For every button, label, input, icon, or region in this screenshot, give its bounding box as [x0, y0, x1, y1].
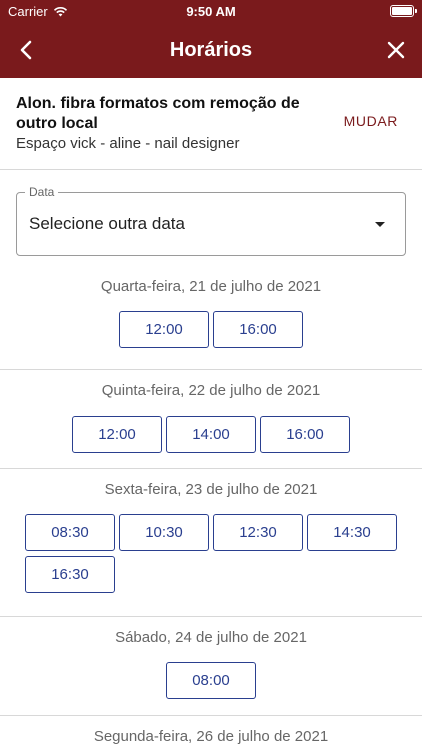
time-slots: 08:00	[16, 662, 406, 699]
status-bar: Carrier 9:50 AM	[0, 0, 422, 22]
day-section: Quinta-feira, 22 de julho de 2021 12:00 …	[0, 370, 422, 469]
service-name: Alon. fibra formatos com remoção de outr…	[16, 95, 300, 132]
carrier-label: Carrier	[8, 3, 48, 19]
time-slot-button[interactable]: 14:00	[166, 416, 256, 453]
time-slot-button[interactable]: 16:30	[25, 556, 115, 593]
time-slot-button[interactable]: 14:30	[307, 514, 397, 551]
time-slots: 12:00 14:00 16:00	[16, 416, 406, 453]
close-button[interactable]	[380, 34, 412, 66]
time-slot-button[interactable]: 10:30	[119, 514, 209, 551]
change-service-button[interactable]: MUDAR	[344, 113, 398, 129]
back-button[interactable]	[10, 34, 42, 66]
time-slot-button[interactable]: 16:00	[260, 416, 350, 453]
time-slot-button[interactable]: 12:00	[119, 311, 209, 348]
time-slot-button[interactable]: 16:00	[213, 311, 303, 348]
day-section: Sexta-feira, 23 de julho de 2021 08:30 1…	[0, 469, 422, 617]
navbar: Horários	[0, 22, 422, 78]
battery-icon	[390, 5, 417, 17]
time-slot-button[interactable]: 12:30	[213, 514, 303, 551]
service-info: Alon. fibra formatos com remoção de outr…	[16, 94, 316, 152]
date-select-value: Selecione outra data	[29, 214, 185, 233]
wifi-icon	[53, 6, 67, 16]
day-label: Segunda-feira, 26 de julho de 2021	[93, 728, 329, 745]
status-left: Carrier	[8, 4, 68, 19]
day-label: Sexta-feira, 23 de julho de 2021	[104, 481, 318, 498]
close-icon	[387, 41, 405, 59]
time-slots: 08:30 10:30 12:30 14:30 16:30	[16, 514, 406, 593]
day-label: Quarta-feira, 21 de julho de 2021	[100, 278, 322, 295]
date-select-label: Data	[25, 185, 59, 199]
time-slots: 12:00 16:00	[16, 311, 406, 348]
date-select[interactable]: Data Selecione outra data	[16, 185, 406, 256]
time-slot-button[interactable]: 08:00	[166, 662, 256, 699]
day-label: Sábado, 24 de julho de 2021	[115, 629, 307, 646]
service-vendor: Espaço vick - aline - nail designer	[16, 135, 240, 152]
day-section: Sábado, 24 de julho de 2021 08:00	[0, 617, 422, 716]
day-section: Segunda-feira, 26 de julho de 2021	[0, 716, 422, 745]
caret-down-icon	[375, 221, 385, 227]
day-label: Quinta-feira, 22 de julho de 2021	[101, 382, 321, 399]
service-summary: Alon. fibra formatos com remoção de outr…	[0, 78, 422, 170]
time-slot-button[interactable]: 08:30	[25, 514, 115, 551]
chevron-left-icon	[20, 40, 32, 60]
day-section: Quarta-feira, 21 de julho de 2021 12:00 …	[0, 256, 422, 370]
page-title: Horários	[169, 38, 253, 61]
time-slot-button[interactable]: 12:00	[72, 416, 162, 453]
